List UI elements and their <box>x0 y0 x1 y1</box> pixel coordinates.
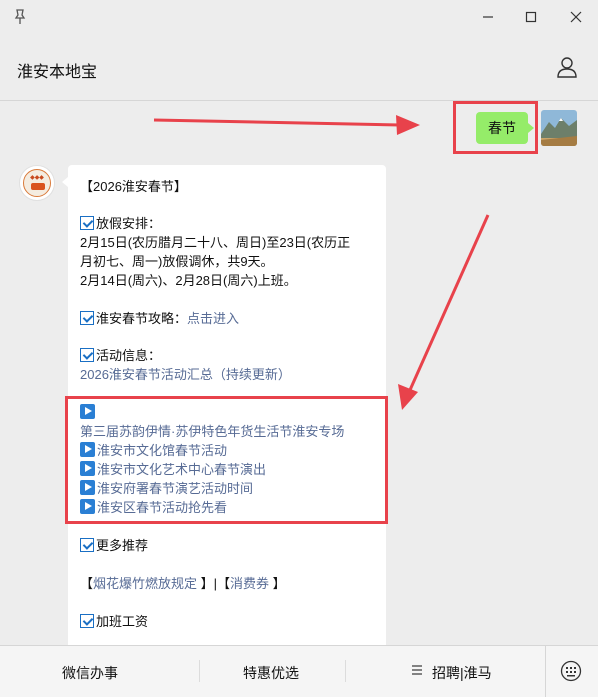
logo-mark: ◆◆◆ <box>30 175 44 181</box>
bracket-close: 】 <box>269 576 286 591</box>
my-avatar[interactable] <box>541 110 577 146</box>
guide-label: 淮安春节攻略： <box>96 311 188 326</box>
guide-row: 淮安春节攻略：点击进入 <box>80 309 239 328</box>
official-account-avatar[interactable]: ◆◆◆ <box>19 165 55 201</box>
maximize-icon <box>525 11 537 23</box>
bottom-menu: 微信办事 特惠优选 招聘|淮马 <box>0 645 598 697</box>
activity-heading: 活动信息： <box>96 348 162 363</box>
arrowhead-right-icon <box>396 115 420 135</box>
mountain-landscape-icon <box>541 110 577 146</box>
overtime-heading-row: 加班工资 <box>80 612 148 631</box>
checkbox-icon <box>80 311 94 325</box>
minimize-button[interactable] <box>475 6 501 30</box>
menu-divider <box>345 660 346 682</box>
menu-jobs-marathon[interactable]: 招聘|淮马 <box>432 663 492 683</box>
menu-special-offers[interactable]: 特惠优选 <box>243 663 299 683</box>
minimize-icon <box>483 16 493 18</box>
pin-icon[interactable] <box>12 8 28 26</box>
activity-summary-link[interactable]: 2026淮安春节活动汇总（持续更新） <box>80 365 291 384</box>
title-bar <box>0 0 598 36</box>
holiday-heading-row: 放假安排： <box>80 214 161 233</box>
guide-link[interactable]: 点击进入 <box>187 311 239 326</box>
holiday-line-3: 2月14日(周六)、2月28日(周六)上班。 <box>80 273 297 288</box>
menu-wechat-services[interactable]: 微信办事 <box>62 663 118 683</box>
arrow-to-sent-message <box>153 118 401 127</box>
checkbox-icon <box>80 348 94 362</box>
more-heading: 更多推荐 <box>96 538 149 553</box>
holiday-heading: 放假安排： <box>96 216 162 231</box>
checkbox-icon <box>80 538 94 552</box>
maximize-button[interactable] <box>518 6 544 30</box>
activity-heading-row: 活动信息： <box>80 346 161 365</box>
voucher-link[interactable]: 消费券 <box>230 576 269 591</box>
highlight-box-sent-message <box>453 101 538 154</box>
menu-divider <box>545 646 546 697</box>
reply-title: 【2026淮安春节】 <box>80 179 187 194</box>
highlight-box-events <box>65 396 388 524</box>
close-icon <box>570 11 582 23</box>
more-heading-row: 更多推荐 <box>80 536 148 555</box>
holiday-line-1: 2月15日(农历腊月二十八、周日)至23日(农历正 <box>80 235 351 250</box>
holiday-line-2: 月初七、周一)放假调休，共9天。 <box>80 254 274 269</box>
menu-divider <box>199 660 200 682</box>
close-button[interactable] <box>563 6 589 30</box>
arrow-to-events <box>408 214 490 391</box>
arrowhead-down-icon <box>398 384 418 410</box>
checkbox-icon <box>80 614 94 628</box>
overtime-heading: 加班工资 <box>96 614 149 629</box>
chat-title: 淮安本地宝 <box>17 64 98 81</box>
bracket-separator: 】|【 <box>197 576 231 591</box>
user-icon[interactable] <box>556 56 578 78</box>
checkbox-icon <box>80 216 94 230</box>
bracket-open: 【 <box>80 576 94 591</box>
fireworks-rules-link[interactable]: 烟花爆竹燃放规定 <box>93 576 197 591</box>
more-links-row: 【烟花爆竹燃放规定 】|【消费券 】 <box>80 574 286 593</box>
keyboard-icon[interactable] <box>560 660 582 682</box>
logo-bar <box>31 183 45 190</box>
menu-lines-icon <box>412 665 422 675</box>
chat-header: 淮安本地宝 <box>0 36 598 101</box>
